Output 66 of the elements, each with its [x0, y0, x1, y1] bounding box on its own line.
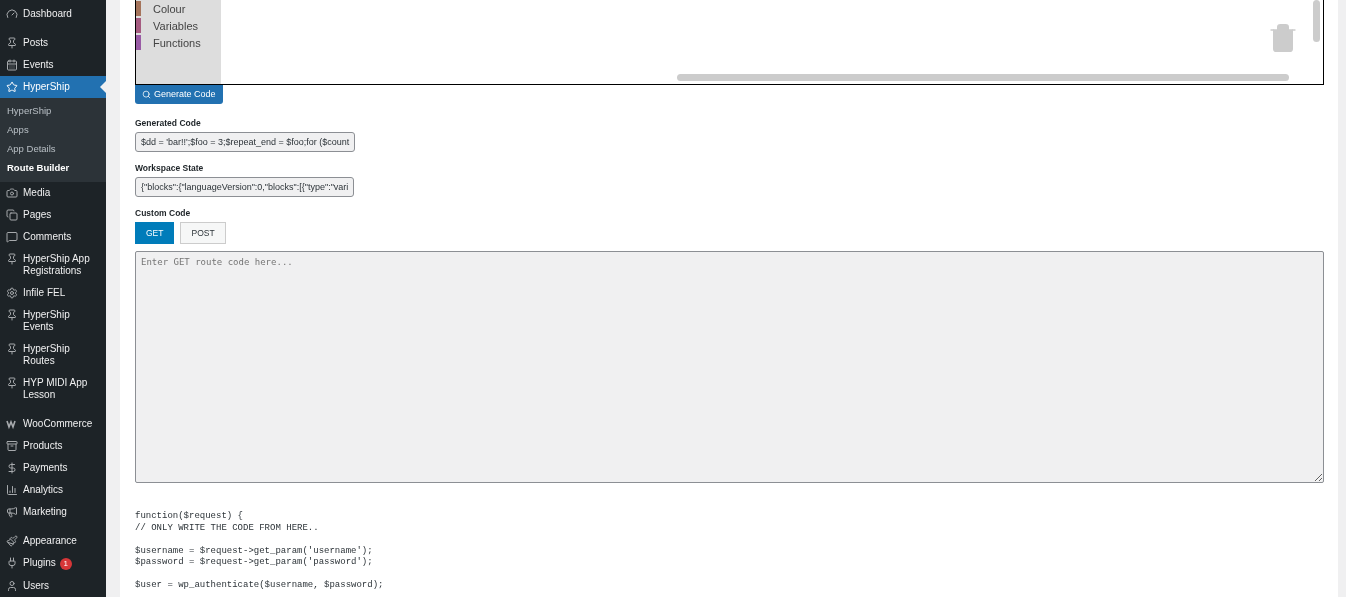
vertical-scrollbar[interactable]: [1313, 0, 1320, 42]
submenu-item[interactable]: Route Builder: [0, 158, 106, 177]
sidebar-item[interactable]: Marketing: [0, 501, 106, 523]
w-letter-icon: [6, 418, 18, 430]
sidebar-item[interactable]: Products: [0, 435, 106, 457]
sidebar-item[interactable]: Analytics: [0, 479, 106, 501]
code-line: function($request) {: [135, 511, 245, 523]
horizontal-scrollbar[interactable]: [677, 74, 1289, 81]
search-icon: [142, 89, 151, 99]
block-workspace[interactable]: Colour Variables Functions: [135, 0, 1324, 85]
paintbrush-icon: [6, 535, 18, 547]
sidebar-item[interactable]: Posts: [0, 32, 106, 54]
star-icon: [6, 81, 18, 93]
submenu-item[interactable]: Apps: [0, 120, 106, 139]
code-textarea[interactable]: Enter GET route code here...: [135, 251, 1324, 483]
toolbox-category[interactable]: Functions: [136, 34, 221, 51]
sidebar-item[interactable]: Pages: [0, 204, 106, 226]
sidebar-item[interactable]: HyperShip Events: [0, 304, 106, 338]
sidebar-item[interactable]: Appearance: [0, 530, 106, 552]
sidebar-item[interactable]: Plugins 1: [0, 552, 106, 575]
sidebar-item[interactable]: HyperShip: [0, 76, 106, 98]
toolbox-category[interactable]: Variables: [136, 17, 221, 34]
submenu-item[interactable]: HyperShip: [0, 101, 106, 120]
archive-icon: [6, 440, 18, 452]
pin-icon: [6, 37, 18, 49]
plug-icon: [6, 557, 18, 569]
sidebar-item[interactable]: HYP MIDI App Lesson: [0, 372, 106, 406]
sidebar-item[interactable]: WooCommerce: [0, 413, 106, 435]
method-tab[interactable]: GET: [135, 222, 175, 244]
camera-icon: [6, 187, 18, 199]
gauge-icon: [6, 8, 18, 20]
speech-bubble-icon: [6, 231, 18, 243]
sidebar-item[interactable]: Events: [0, 54, 106, 76]
megaphone-icon: [6, 506, 18, 518]
pages-icon: [6, 209, 18, 221]
dollar-icon: [6, 462, 18, 474]
sidebar-item[interactable]: Dashboard: [0, 3, 106, 25]
toolbox-category[interactable]: Colour: [136, 0, 221, 17]
pin-icon: [6, 309, 18, 321]
generated-code-field[interactable]: $dd = 'bar!!';$foo = 3;$repeat_end = $foo;for ($count: [135, 132, 356, 152]
field-label: Generated Code: [135, 118, 202, 128]
sidebar-item[interactable]: Payments: [0, 457, 106, 479]
count-badge: 1: [59, 558, 72, 570]
sidebar-item[interactable]: Users: [0, 575, 106, 597]
sidebar-item[interactable]: HyperShip App Registrations: [0, 248, 106, 282]
sidebar-item[interactable]: HyperShip Routes: [0, 338, 106, 372]
generate-code-button[interactable]: Generate Code: [135, 85, 223, 104]
pin-icon: [6, 343, 18, 355]
calendar-icon: [6, 59, 18, 71]
pin-icon: [6, 377, 18, 389]
field-label: Workspace State: [135, 163, 205, 173]
code-line: $username = $request->get_param('username');: [135, 545, 374, 557]
sidebar-item[interactable]: Infile FEL: [0, 282, 106, 304]
code-line: $password = $request->get_param('password');: [135, 557, 374, 569]
workspace-state-field[interactable]: {"blocks":{"languageVersion":0,"blocks":[{"type":"vari: [135, 177, 355, 197]
pin-icon: [6, 253, 18, 265]
sidebar-item[interactable]: Media: [0, 182, 106, 204]
user-icon: [6, 580, 18, 592]
code-line: // ONLY WRITE THE CODE FROM HERE..: [135, 522, 320, 534]
bar-chart-icon: [6, 484, 18, 496]
gear-icon: [6, 287, 18, 299]
field-label: Custom Code: [135, 208, 192, 218]
method-tab[interactable]: POST: [180, 222, 226, 244]
submenu-item[interactable]: App Details: [0, 139, 106, 158]
code-line: $user = wp_authenticate($username, $password);: [135, 580, 385, 592]
sidebar-item[interactable]: Comments: [0, 226, 106, 248]
